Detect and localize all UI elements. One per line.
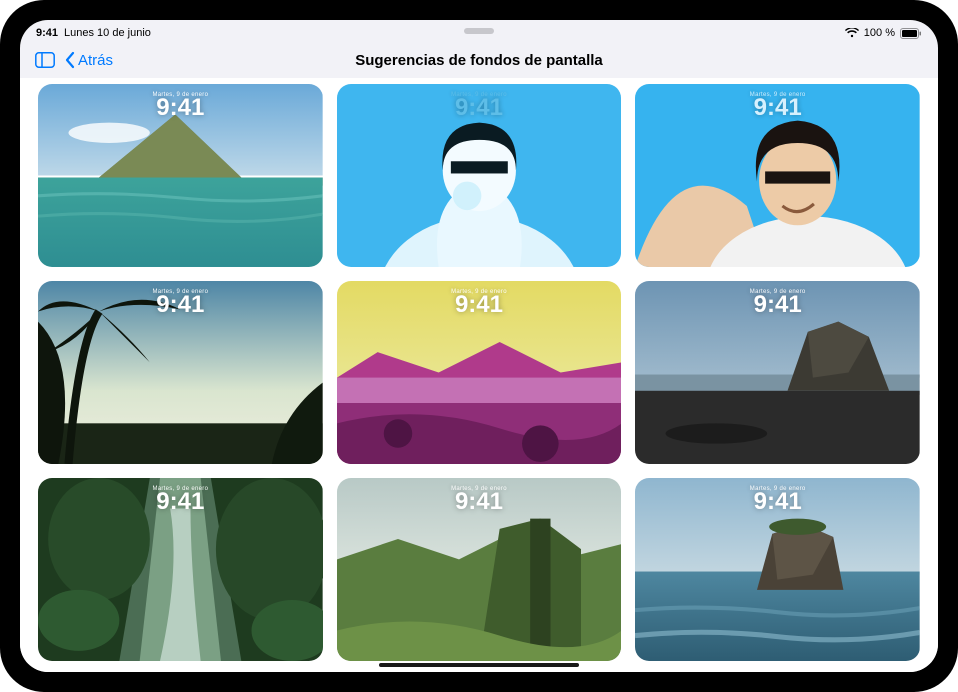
wallpaper-tile[interactable]: Martes, 9 de enero 9:41 [337, 281, 622, 464]
overlay-date: Martes, 9 de enero [750, 486, 806, 492]
overlay-date: Martes, 9 de enero [451, 92, 507, 98]
wallpaper-tile[interactable]: Martes, 9 de enero 9:41 [337, 84, 622, 267]
home-indicator[interactable] [379, 663, 579, 667]
status-time: 9:41 [36, 27, 58, 39]
sidebar-icon [35, 52, 55, 68]
status-date: Lunes 10 de junio [64, 27, 151, 39]
lockscreen-overlay: Martes, 9 de enero 9:41 [152, 289, 208, 317]
overlay-date: Martes, 9 de enero [152, 486, 208, 492]
overlay-time: 9:41 [156, 96, 204, 120]
overlay-date: Martes, 9 de enero [750, 289, 806, 295]
sidebar-toggle-button[interactable] [30, 47, 60, 73]
chevron-left-icon [64, 51, 76, 69]
lockscreen-overlay: Martes, 9 de enero 9:41 [750, 92, 806, 120]
lockscreen-overlay: Martes, 9 de enero 9:41 [451, 289, 507, 317]
wallpaper-tile[interactable]: Martes, 9 de enero 9:41 [337, 478, 622, 661]
wallpaper-tile[interactable]: Martes, 9 de enero 9:41 [635, 478, 920, 661]
ipad-frame: 9:41 Lunes 10 de junio 100 % [0, 0, 958, 692]
overlay-time: 9:41 [754, 490, 802, 514]
overlay-date: Martes, 9 de enero [451, 486, 507, 492]
page-title: Sugerencias de fondos de pantalla [355, 52, 603, 69]
overlay-time: 9:41 [156, 490, 204, 514]
overlay-date: Martes, 9 de enero [152, 289, 208, 295]
lockscreen-overlay: Martes, 9 de enero 9:41 [750, 289, 806, 317]
lockscreen-overlay: Martes, 9 de enero 9:41 [152, 92, 208, 120]
overlay-time: 9:41 [754, 96, 802, 120]
back-label: Atrás [78, 52, 113, 69]
overlay-date: Martes, 9 de enero [750, 92, 806, 98]
content-scroll[interactable]: Martes, 9 de enero 9:41 [20, 78, 938, 672]
screen: 9:41 Lunes 10 de junio 100 % [20, 20, 938, 672]
wallpaper-grid: Martes, 9 de enero 9:41 [38, 84, 920, 661]
wifi-icon [845, 28, 859, 38]
overlay-date: Martes, 9 de enero [152, 92, 208, 98]
wallpaper-tile[interactable]: Martes, 9 de enero 9:41 [635, 84, 920, 267]
lockscreen-overlay: Martes, 9 de enero 9:41 [451, 486, 507, 514]
overlay-time: 9:41 [156, 293, 204, 317]
lockscreen-overlay: Martes, 9 de enero 9:41 [152, 486, 208, 514]
overlay-time: 9:41 [455, 96, 503, 120]
battery-percent: 100 % [864, 27, 895, 39]
wallpaper-tile[interactable]: Martes, 9 de enero 9:41 [38, 281, 323, 464]
navigation-bar: Atrás Sugerencias de fondos de pantalla [20, 42, 938, 78]
lockscreen-overlay: Martes, 9 de enero 9:41 [451, 92, 507, 120]
battery-icon [900, 28, 922, 39]
overlay-time: 9:41 [754, 293, 802, 317]
status-left: 9:41 Lunes 10 de junio [36, 27, 151, 39]
overlay-time: 9:41 [455, 293, 503, 317]
status-right: 100 % [845, 27, 922, 39]
wallpaper-tile[interactable]: Martes, 9 de enero 9:41 [38, 84, 323, 267]
back-button[interactable]: Atrás [64, 51, 113, 69]
wallpaper-tile[interactable]: Martes, 9 de enero 9:41 [635, 281, 920, 464]
lockscreen-overlay: Martes, 9 de enero 9:41 [750, 486, 806, 514]
overlay-time: 9:41 [455, 490, 503, 514]
overlay-date: Martes, 9 de enero [451, 289, 507, 295]
multitask-dots-icon[interactable] [464, 28, 494, 34]
wallpaper-tile[interactable]: Martes, 9 de enero 9:41 [38, 478, 323, 661]
